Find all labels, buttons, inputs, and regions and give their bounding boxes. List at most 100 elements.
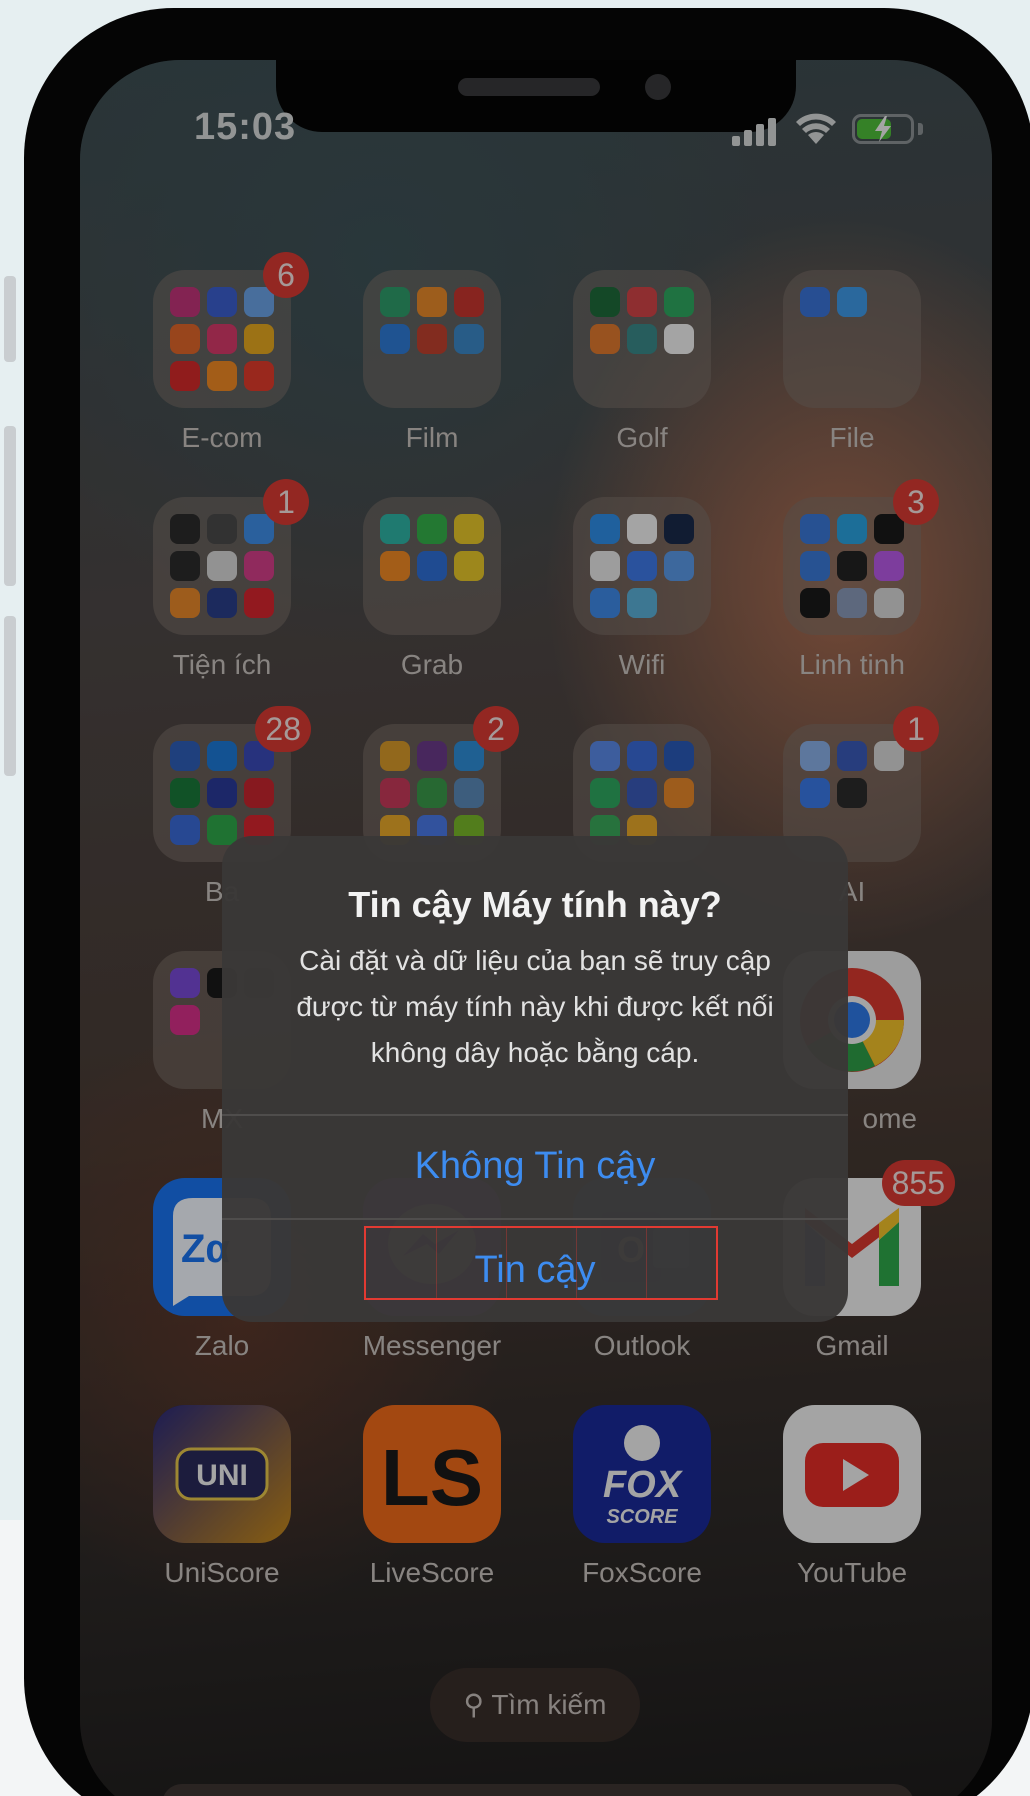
trust-button-highlight — [364, 1226, 718, 1300]
front-camera — [645, 74, 671, 100]
mini-app-icon — [207, 287, 237, 317]
mini-app-icon — [454, 287, 484, 317]
app-label: UniScore — [164, 1557, 280, 1588]
app-label: Gmail — [815, 1330, 889, 1361]
folder-wifi[interactable]: Wifi — [547, 497, 737, 717]
folder-tile[interactable] — [573, 270, 711, 408]
mini-app-icon — [590, 287, 620, 317]
folder-mini-grid — [800, 741, 904, 845]
folder-mini-grid — [590, 741, 694, 845]
mini-app-icon — [627, 551, 657, 581]
folder-e-com[interactable]: E-com 6 — [127, 252, 317, 490]
folder-mini-grid — [380, 514, 484, 618]
mini-app-icon — [837, 551, 867, 581]
mini-app-icon — [874, 588, 904, 618]
svg-text:UNI: UNI — [196, 1459, 248, 1492]
mini-app-icon — [800, 741, 830, 771]
youtube-icon[interactable] — [783, 1405, 921, 1543]
mini-app-icon — [244, 588, 274, 618]
mini-app-icon — [380, 514, 410, 544]
mini-app-icon — [170, 778, 200, 808]
notification-badge: 28 — [255, 706, 311, 752]
mini-app-icon — [874, 551, 904, 581]
mini-app-icon — [800, 287, 830, 317]
app-livescore[interactable]: LS LiveScore — [337, 1405, 527, 1625]
mini-app-icon — [800, 514, 830, 544]
mini-app-icon — [170, 551, 200, 581]
mini-app-icon — [207, 815, 237, 845]
phone-volume-up-button — [4, 426, 16, 586]
mini-app-icon — [244, 324, 274, 354]
mini-app-icon — [417, 778, 447, 808]
notification-badge: 855 — [881, 1160, 955, 1206]
app-label: Messenger — [362, 1330, 502, 1361]
mini-app-icon — [590, 551, 620, 581]
mini-app-icon — [590, 514, 620, 544]
app-youtube[interactable]: YouTube — [757, 1405, 947, 1625]
folder-file[interactable]: File — [757, 270, 947, 490]
folder-golf[interactable]: Golf — [547, 270, 737, 490]
folder-mini-grid — [170, 514, 274, 618]
notification-badge: 1 — [263, 479, 309, 525]
folder-mini-grid — [170, 741, 274, 845]
mini-app-icon — [627, 588, 657, 618]
mini-app-icon — [590, 324, 620, 354]
mini-app-icon — [417, 514, 447, 544]
mini-app-icon — [207, 551, 237, 581]
folder-label: E-com — [181, 422, 263, 453]
mini-app-icon — [207, 588, 237, 618]
mini-app-icon — [837, 741, 867, 771]
mini-app-icon — [207, 514, 237, 544]
folder-tile[interactable] — [363, 497, 501, 635]
app-foxscore[interactable]: FOX SCORE FoxScore — [547, 1405, 737, 1625]
folder-grab[interactable]: Grab — [337, 497, 527, 717]
mini-app-icon — [837, 287, 867, 317]
mini-app-icon — [664, 741, 694, 771]
mini-app-icon — [380, 778, 410, 808]
folder-label: Tiện ích — [172, 649, 272, 680]
mini-app-icon — [590, 741, 620, 771]
notification-badge: 1 — [893, 706, 939, 752]
livescore-icon[interactable]: LS — [363, 1405, 501, 1543]
app-uniscore[interactable]: UNI UniScore — [127, 1405, 317, 1625]
folder-label: Wifi — [618, 649, 666, 680]
alert-message: Cài đặt và dữ liệu của bạn sẽ truy cập đ… — [296, 945, 774, 1068]
mini-app-icon — [454, 514, 484, 544]
folder-linh-tinh[interactable]: Linh tinh 3 — [757, 479, 947, 717]
mini-app-icon — [627, 324, 657, 354]
mini-app-icon — [207, 741, 237, 771]
mini-app-icon — [170, 968, 200, 998]
folder-tien-ich[interactable]: Tiện ích 1 — [127, 479, 317, 717]
folder-tile[interactable] — [363, 270, 501, 408]
mini-app-icon — [170, 741, 200, 771]
dont-trust-button[interactable]: Không Tin cậy — [222, 1116, 848, 1216]
spotlight-search-button[interactable]: ⚲ Tìm kiếm — [430, 1668, 640, 1742]
mini-app-icon — [417, 324, 447, 354]
cellular-signal-icon — [732, 116, 778, 146]
folder-mini-grid — [590, 514, 694, 618]
alert-title: Tin cậy Máy tính này? — [348, 884, 722, 925]
uniscore-icon[interactable]: UNI — [153, 1405, 291, 1543]
mini-app-icon — [207, 324, 237, 354]
folder-tile[interactable] — [783, 270, 921, 408]
speaker-grille — [458, 78, 600, 96]
dynamic-island-notch — [276, 60, 796, 132]
folder-mini-grid — [170, 287, 274, 391]
mini-app-icon — [627, 778, 657, 808]
dock — [162, 1784, 914, 1796]
mini-app-icon — [454, 778, 484, 808]
mini-app-icon — [170, 588, 200, 618]
svg-text:FOX: FOX — [603, 1464, 684, 1506]
folder-film[interactable]: Film — [337, 270, 527, 490]
mini-app-icon — [170, 324, 200, 354]
folder-label: Linh tinh — [799, 649, 905, 680]
mini-app-icon — [800, 588, 830, 618]
mini-app-icon — [380, 287, 410, 317]
mini-app-icon — [800, 551, 830, 581]
foxscore-icon[interactable]: FOX SCORE — [573, 1405, 711, 1543]
notification-badge: 3 — [893, 479, 939, 525]
folder-label: Grab — [400, 649, 464, 680]
folder-tile[interactable] — [573, 497, 711, 635]
app-label: YouTube — [796, 1557, 908, 1588]
mini-app-icon — [380, 551, 410, 581]
